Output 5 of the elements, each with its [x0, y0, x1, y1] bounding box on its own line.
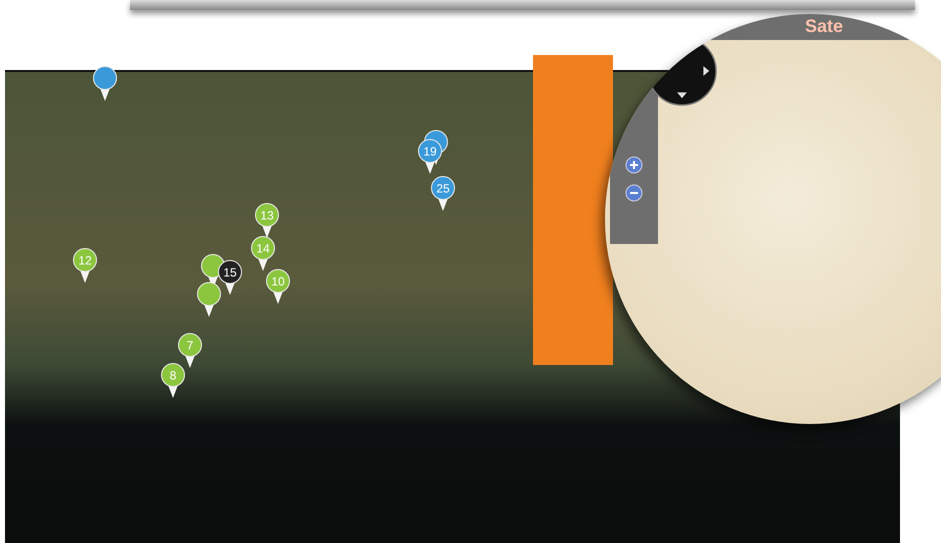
map-marker[interactable] [92, 66, 118, 102]
zoom-out-button[interactable] [625, 184, 643, 202]
map-type-button[interactable]: Sate [805, 16, 844, 37]
map-marker[interactable] [196, 282, 222, 318]
zoom-in-button[interactable] [625, 156, 643, 174]
